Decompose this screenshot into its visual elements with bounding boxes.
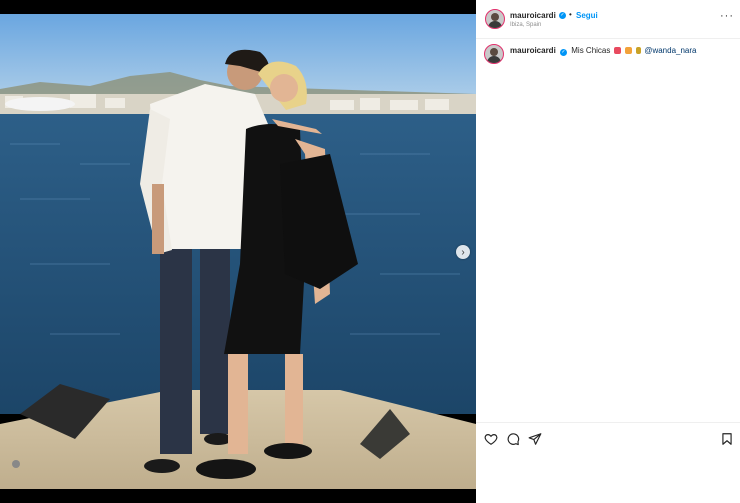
separator-dot: • [569,10,572,19]
avatar[interactable] [485,9,505,29]
share-icon[interactable] [528,432,542,446]
post-photo [0,14,476,489]
post-sidebar: mauroicardi ✓ • Segui Ibiza, Spain ··· m… [476,0,740,503]
follow-button[interactable]: Segui [576,11,598,20]
post-media[interactable]: › [0,0,476,503]
post-caption: mauroicardi ✓ Mis Chicas @wanda_nara [510,46,736,56]
caption-verified-icon: ✓ [560,49,568,56]
comment-icon[interactable] [506,432,520,446]
cherries-emoji-icon [613,47,621,55]
chevron-right-icon: › [461,246,465,258]
caption-username[interactable]: mauroicardi [510,46,556,55]
post-header: mauroicardi ✓ • Segui Ibiza, Spain ··· [476,0,740,39]
location-label[interactable]: Ibiza, Spain [510,22,541,28]
sparkle-emoji-icon [624,47,632,55]
header-username[interactable]: mauroicardi [510,11,556,20]
heart-icon[interactable] [484,432,498,446]
bookmark-icon[interactable] [720,432,734,446]
next-photo-button[interactable]: › [456,245,470,259]
more-options-icon[interactable]: ··· [720,10,734,22]
caption-text: Mis Chicas [571,46,611,55]
mention-link[interactable]: @wanda_nara [644,46,696,55]
flag-emoji-icon [636,47,642,55]
action-bar [476,422,740,453]
caption-avatar[interactable] [484,44,504,64]
verified-icon: ✓ [559,12,566,19]
